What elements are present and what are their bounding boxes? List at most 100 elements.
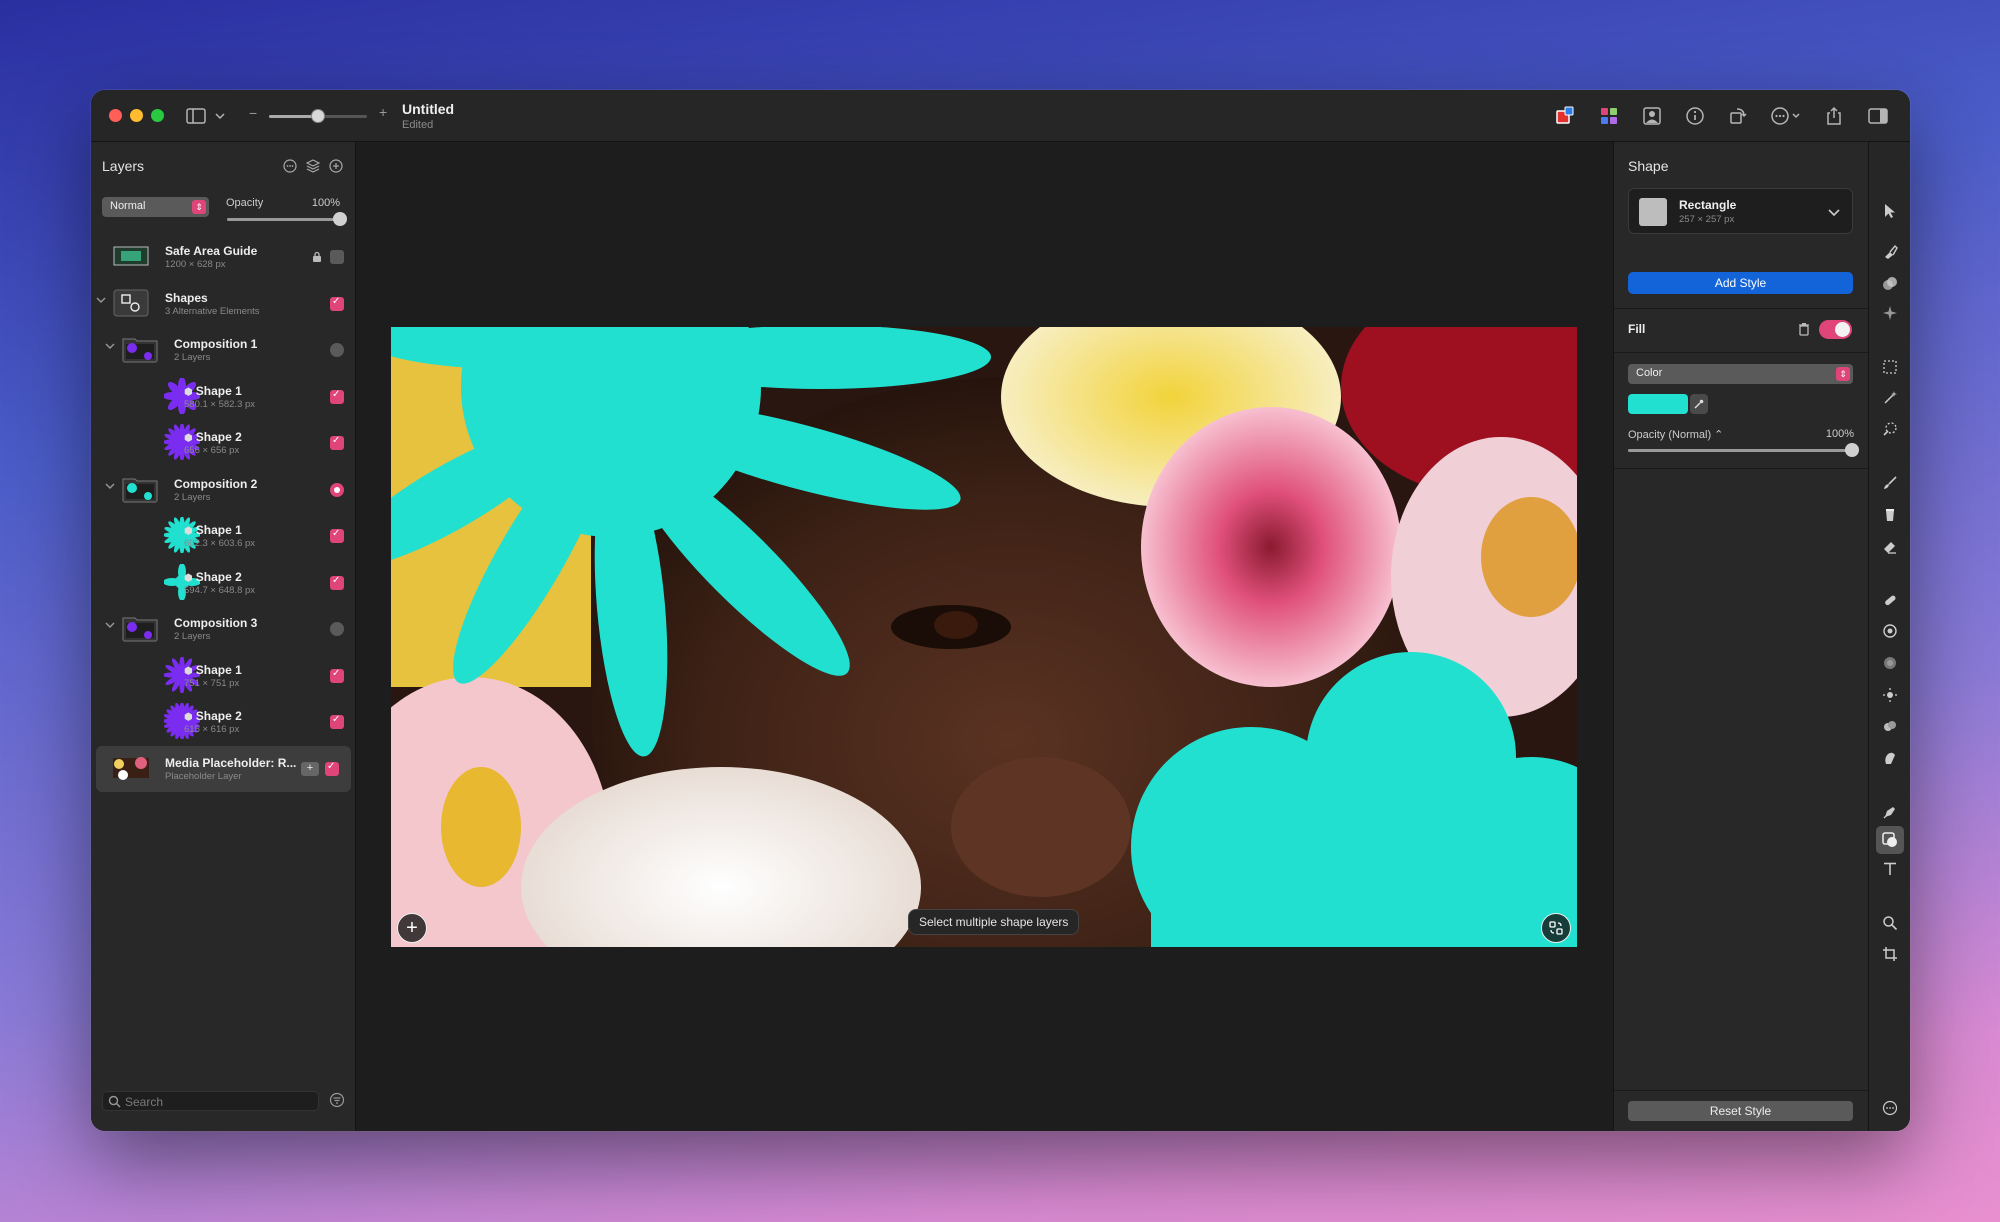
shape-type-select[interactable]: Rectangle 257 × 257 px	[1628, 188, 1853, 234]
composition-radio[interactable]	[330, 482, 344, 497]
visibility-checkbox[interactable]	[330, 250, 344, 264]
zoom-out-button[interactable]: −	[249, 105, 257, 121]
retouch-icon[interactable]	[1879, 589, 1901, 611]
fill-type-select[interactable]: Color ⇕	[1628, 364, 1853, 384]
fill-color-well[interactable]	[1628, 394, 1688, 414]
layer-name-text: Shape 2	[195, 569, 242, 584]
chevron-down-icon[interactable]	[105, 482, 117, 494]
crop-icon[interactable]	[1879, 943, 1901, 965]
chevron-down-icon[interactable]	[96, 296, 108, 308]
shape-tool-icon[interactable]	[1876, 826, 1904, 854]
zoom-in-button[interactable]: +	[379, 104, 387, 120]
visibility-checkbox[interactable]	[330, 389, 344, 404]
share-icon[interactable]	[1822, 104, 1846, 128]
layer-search-input[interactable]	[125, 1094, 310, 1109]
shape-dimensions: 257 × 257 px	[1679, 214, 1735, 225]
paint-bucket-icon[interactable]	[1879, 504, 1901, 526]
add-layer-icon[interactable]	[328, 158, 343, 173]
lighten-icon[interactable]	[1879, 684, 1901, 706]
arrow-select-icon[interactable]	[1879, 200, 1901, 222]
layer-row[interactable]: Shapes 3 Alternative Elements	[91, 281, 356, 328]
visibility-checkbox[interactable]	[330, 528, 344, 543]
add-style-button[interactable]: Add Style	[1628, 272, 1853, 294]
info-icon[interactable]	[1683, 104, 1707, 128]
layer-name: Media Placeholder: R...	[165, 756, 296, 770]
trash-icon[interactable]	[1798, 322, 1810, 341]
chevron-down-icon[interactable]	[105, 621, 117, 633]
zoom-window-button[interactable]	[151, 109, 164, 122]
composition-radio[interactable]	[330, 343, 344, 357]
chevron-down-icon[interactable]	[105, 342, 117, 354]
smudge-icon[interactable]	[1879, 747, 1901, 769]
close-window-button[interactable]	[109, 109, 122, 122]
style-brush-icon[interactable]	[1879, 241, 1901, 263]
reset-style-button[interactable]: Reset Style	[1628, 1101, 1853, 1121]
layer-opacity-slider[interactable]	[227, 212, 347, 226]
filter-icon[interactable]	[329, 1092, 345, 1113]
layer-row[interactable]: Media Placeholder: R... Placeholder Layer…	[96, 745, 351, 792]
composition-radio[interactable]	[330, 622, 344, 636]
pen-tool-icon[interactable]	[1879, 801, 1901, 823]
zoom-slider-knob[interactable]	[311, 109, 325, 123]
blur-icon[interactable]	[1879, 652, 1901, 674]
portrait-icon[interactable]	[1640, 104, 1664, 128]
palette-grid-icon[interactable]	[1597, 104, 1621, 128]
layer-row[interactable]: Composition 32 Layers	[91, 606, 356, 653]
sparkle-icon[interactable]	[1879, 302, 1901, 324]
visibility-checkbox[interactable]	[330, 668, 344, 683]
sponge-icon[interactable]	[1879, 715, 1901, 737]
inspector-toggle-icon[interactable]	[1866, 104, 1890, 128]
visibility-checkbox[interactable]	[330, 435, 344, 450]
more-tools-icon[interactable]	[1879, 1097, 1901, 1119]
color-swap-icon[interactable]	[1553, 104, 1577, 128]
magic-wand-icon[interactable]	[1879, 387, 1901, 409]
add-media-badge[interactable]: +	[301, 761, 319, 776]
layer-row[interactable]: ⬢ Shape 2 594.7 × 648.8 px	[91, 560, 356, 607]
layer-row[interactable]: Safe Area Guide 1200 × 628 px	[91, 234, 356, 281]
fill-opacity-knob[interactable]	[1845, 443, 1859, 457]
lock-icon[interactable]	[312, 250, 322, 268]
layer-row[interactable]: ⬢ Shape 1 751 × 751 px	[91, 653, 356, 700]
eraser-icon[interactable]	[1879, 535, 1901, 557]
add-media-button[interactable]: +	[397, 913, 427, 943]
rect-select-icon[interactable]	[1879, 356, 1901, 378]
rotate-canvas-icon[interactable]	[1726, 104, 1750, 128]
layer-name: Composition 1	[174, 337, 257, 351]
layer-row[interactable]: ⬢ Shape 2 656 × 656 px	[91, 420, 356, 467]
paint-brush-icon[interactable]	[1879, 472, 1901, 494]
layer-row[interactable]: ⬢ Shape 1 602.3 × 603.6 px	[91, 513, 356, 560]
color-adjust-icon[interactable]	[1879, 273, 1901, 295]
visibility-checkbox[interactable]	[325, 761, 339, 776]
layer-row[interactable]: ⬢ Shape 2 615 × 616 px	[91, 699, 356, 746]
chevron-down-icon[interactable]	[208, 104, 232, 128]
visibility-checkbox[interactable]	[330, 575, 344, 590]
artboard[interactable]: +	[391, 327, 1577, 947]
blend-mode-select[interactable]: Normal ⇕	[102, 197, 209, 217]
sidebar-toggle-icon[interactable]	[184, 104, 208, 128]
eyedropper-icon[interactable]	[1690, 394, 1708, 414]
fill-enabled-toggle[interactable]	[1819, 320, 1852, 339]
layer-opacity-knob[interactable]	[333, 212, 347, 226]
zoom-tool-icon[interactable]	[1879, 912, 1901, 934]
fill-opacity-slider[interactable]	[1628, 443, 1859, 457]
layer-row[interactable]: Composition 12 Layers	[91, 327, 356, 374]
layer-details: 580.1 × 582.3 px	[184, 398, 256, 410]
minimize-window-button[interactable]	[130, 109, 143, 122]
layer-row[interactable]: ⬢ Shape 1 580.1 × 582.3 px	[91, 374, 356, 421]
text-tool-icon[interactable]	[1879, 858, 1901, 880]
smart-select-icon[interactable]	[1879, 418, 1901, 440]
title-bar: − + Untitled Edited	[91, 90, 1910, 142]
selection-hint[interactable]: Select multiple shape layers	[908, 909, 1080, 935]
shape-name: Rectangle	[1679, 198, 1737, 212]
zoom-slider[interactable]	[269, 109, 367, 123]
replace-media-icon[interactable]	[1541, 913, 1571, 943]
canvas-area[interactable]: + Select multiple shape layers	[356, 142, 1613, 1131]
layer-options-icon[interactable]	[282, 158, 297, 173]
more-options-icon[interactable]	[1769, 104, 1805, 128]
layer-row[interactable]: Composition 22 Layers	[91, 467, 356, 514]
fill-opacity-label[interactable]: Opacity (Normal) ⌃	[1628, 428, 1723, 441]
layer-stack-icon[interactable]	[305, 158, 320, 173]
visibility-checkbox[interactable]	[330, 714, 344, 729]
visibility-checkbox[interactable]	[330, 296, 344, 311]
clone-stamp-icon[interactable]	[1879, 620, 1901, 642]
